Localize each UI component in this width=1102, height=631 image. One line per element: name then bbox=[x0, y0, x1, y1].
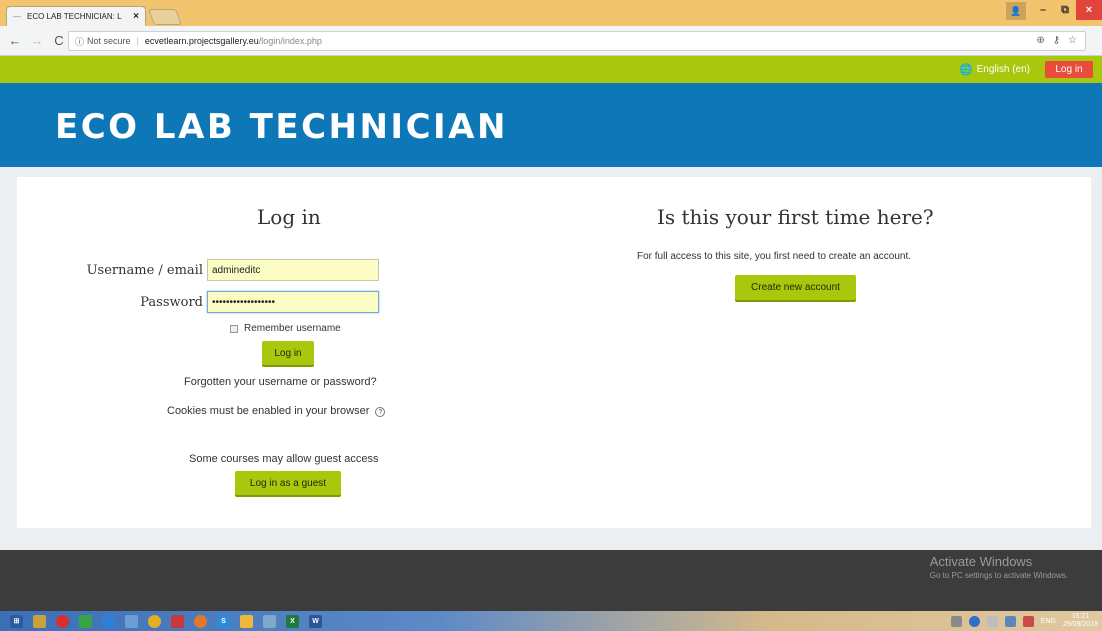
new-tab-button[interactable] bbox=[148, 9, 182, 25]
password-row: Password •••••••••••••••••• bbox=[83, 291, 379, 313]
forgot-password-link[interactable]: Forgotten your username or password? bbox=[184, 376, 377, 388]
password-input[interactable]: •••••••••••••••••• bbox=[207, 291, 379, 313]
login-heading: Log in bbox=[257, 205, 321, 229]
notification-icon[interactable] bbox=[1022, 615, 1034, 627]
login-submit-button[interactable]: Log in bbox=[262, 341, 314, 365]
remember-label: Remember username bbox=[244, 323, 341, 334]
zoom-icon[interactable]: ⊕ bbox=[1036, 35, 1044, 46]
app-blue-icon[interactable] bbox=[102, 614, 115, 628]
windows-taskbar: ⊞ S X W ENG 15:21 25/09/2018 bbox=[0, 611, 1102, 631]
app-green-icon[interactable] bbox=[79, 614, 92, 628]
address-bar-icons: ⊕ ⚷ ☆ bbox=[1036, 35, 1077, 46]
header-login-button[interactable]: Log in bbox=[1045, 61, 1093, 78]
app-orange-icon[interactable] bbox=[194, 614, 207, 628]
page-favicon-icon: — bbox=[13, 11, 21, 21]
language-menu[interactable]: 🌐 English (en) bbox=[959, 63, 1030, 76]
user-profile-icon[interactable]: 👤 bbox=[1006, 2, 1026, 20]
password-label: Password bbox=[140, 294, 203, 310]
guest-login-button[interactable]: Log in as a guest bbox=[235, 471, 341, 495]
close-window-button[interactable]: × bbox=[1076, 0, 1102, 20]
network-icon[interactable] bbox=[986, 615, 998, 627]
window-controls: 👤 – ⧉ × bbox=[1006, 0, 1102, 20]
key-icon[interactable]: ⚷ bbox=[1053, 35, 1060, 46]
tab-title: ECO LAB TECHNICIAN: L bbox=[27, 12, 122, 21]
clock-time: 15:21 bbox=[1071, 613, 1090, 620]
help-icon[interactable]: ? bbox=[375, 407, 386, 417]
site-title: ECO LAB TECHNICIAN bbox=[55, 107, 508, 147]
bookmark-star-icon[interactable]: ☆ bbox=[1068, 35, 1077, 46]
signup-heading: Is this your first time here? bbox=[657, 205, 934, 229]
excel-icon[interactable]: X bbox=[286, 614, 299, 628]
input-language[interactable]: ENG bbox=[1041, 618, 1056, 625]
file-explorer-icon[interactable] bbox=[33, 614, 46, 628]
tab-close-icon[interactable]: × bbox=[133, 11, 139, 22]
start-icon[interactable]: ⊞ bbox=[10, 614, 23, 628]
browser-tab[interactable]: — ECO LAB TECHNICIAN: L × bbox=[6, 6, 146, 26]
clock-date: 25/09/2018 bbox=[1062, 621, 1098, 628]
browser-toolbar: ← → C ⓘ Not secure | ecvetlearn.projects… bbox=[0, 26, 1102, 56]
back-button[interactable]: ← bbox=[8, 33, 22, 48]
help-tray-icon[interactable] bbox=[968, 615, 980, 627]
activate-subtitle: Go to PC settings to activate Windows. bbox=[929, 571, 1068, 580]
cookies-notice-text: Cookies must be enabled in your browser bbox=[167, 405, 370, 417]
cookies-notice: Cookies must be enabled in your browser? bbox=[167, 405, 386, 417]
browser-tab-strip: — ECO LAB TECHNICIAN: L × 👤 – ⧉ × bbox=[0, 0, 1102, 26]
activate-windows-watermark: Activate Windows Go to PC settings to ac… bbox=[930, 554, 1068, 580]
username-input[interactable]: admineditc bbox=[207, 259, 379, 281]
site-footer: Activate Windows Go to PC settings to ac… bbox=[0, 550, 1102, 611]
guest-access-text: Some courses may allow guest access bbox=[189, 453, 379, 465]
system-tray: ENG 15:21 25/09/2018 bbox=[950, 611, 1098, 631]
address-bar[interactable]: ⓘ Not secure | ecvetlearn.projectsgaller… bbox=[68, 31, 1086, 51]
security-status: Not secure bbox=[87, 36, 131, 46]
remember-username-row[interactable]: Remember username bbox=[230, 323, 341, 334]
username-label: Username / email bbox=[86, 262, 203, 278]
skype-icon[interactable]: S bbox=[217, 614, 230, 628]
site-banner: ECO LAB TECHNICIAN bbox=[0, 83, 1102, 167]
login-card: Log in Username / email admineditc Passw… bbox=[17, 177, 1091, 528]
signup-text: For full access to this site, you first … bbox=[637, 251, 912, 262]
acrobat-icon[interactable] bbox=[171, 614, 184, 628]
taskbar-clock[interactable]: 15:21 25/09/2018 bbox=[1063, 613, 1098, 629]
reload-button[interactable]: C bbox=[52, 33, 66, 48]
volume-icon[interactable] bbox=[1004, 615, 1016, 627]
chrome-icon[interactable] bbox=[148, 614, 161, 628]
create-account-button[interactable]: Create new account bbox=[735, 275, 856, 300]
url-path: /login/index.php bbox=[258, 36, 322, 46]
site-top-nav: 🌐 English (en) Log in bbox=[0, 56, 1102, 83]
restore-button[interactable]: ⧉ bbox=[1054, 0, 1076, 20]
url-host: ecvetlearn.projectsgallery.eu bbox=[144, 36, 259, 46]
language-label: English (en) bbox=[976, 64, 1030, 75]
username-row: Username / email admineditc bbox=[83, 259, 379, 281]
sticky-notes-icon[interactable] bbox=[240, 614, 253, 628]
site-info-icon[interactable]: ⓘ bbox=[75, 35, 84, 48]
word-icon[interactable]: W bbox=[309, 614, 322, 628]
activate-title: Activate Windows bbox=[929, 554, 1033, 569]
url-divider: | bbox=[136, 36, 139, 46]
globe-icon: 🌐 bbox=[958, 64, 973, 76]
keyboard-icon[interactable] bbox=[950, 615, 962, 627]
minimize-button[interactable]: – bbox=[1032, 0, 1054, 20]
photos-icon[interactable] bbox=[263, 614, 276, 628]
remember-checkbox[interactable] bbox=[230, 324, 238, 333]
forward-button[interactable]: → bbox=[30, 33, 44, 48]
app-cloud-icon[interactable] bbox=[125, 614, 138, 628]
opera-icon[interactable] bbox=[56, 614, 69, 628]
